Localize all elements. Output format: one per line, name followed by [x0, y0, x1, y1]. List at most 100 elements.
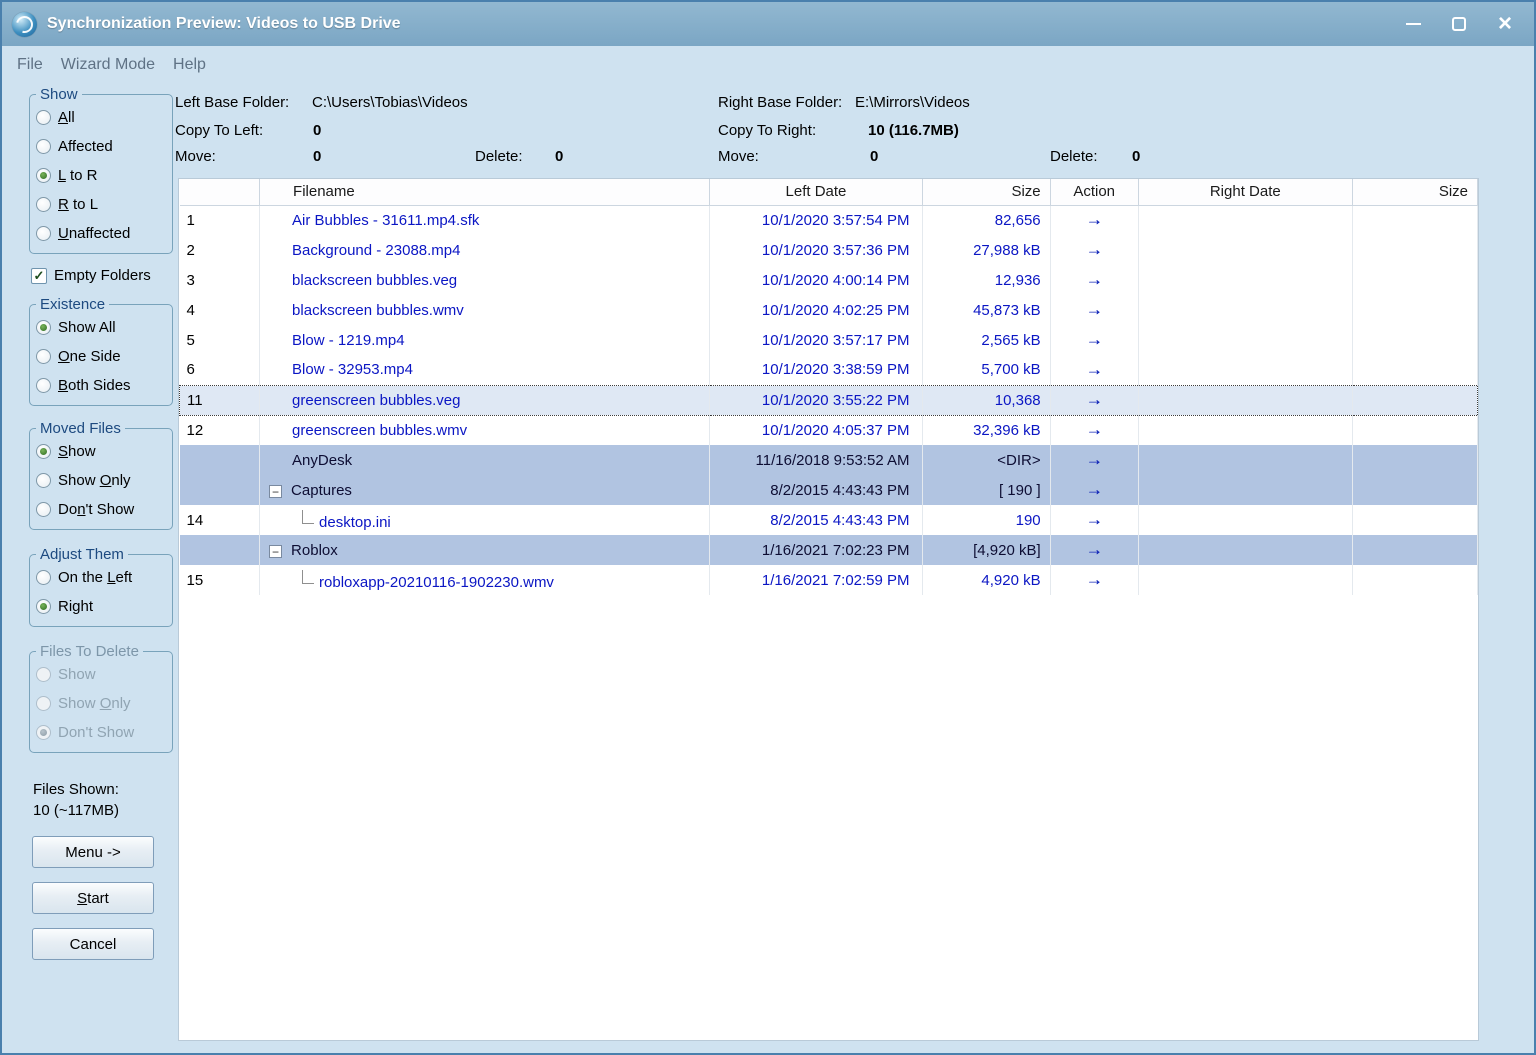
right-date-cell[interactable]	[1138, 445, 1353, 475]
row-number-cell[interactable]: 2	[179, 235, 261, 265]
radio-right[interactable]: Right	[36, 592, 166, 621]
radio-show-all[interactable]: Show All	[36, 313, 166, 342]
left-size-cell[interactable]: 4,920 kB	[922, 565, 1051, 595]
radio-button-icon[interactable]	[36, 444, 51, 459]
radio-button-icon[interactable]	[36, 378, 51, 393]
left-date-cell[interactable]: 8/2/2015 4:43:43 PM	[709, 475, 923, 505]
column-header-left-size[interactable]: Size	[922, 179, 1051, 206]
left-size-cell[interactable]: 45,873 kB	[922, 295, 1051, 325]
folder-row[interactable]: AnyDesk 11/16/2018 9:53:52 AM <DIR> →	[179, 445, 1478, 475]
start-button[interactable]: Start	[32, 882, 154, 914]
left-date-cell[interactable]: 10/1/2020 3:57:36 PM	[709, 235, 923, 265]
row-number-cell[interactable]	[179, 535, 261, 565]
row-number-cell[interactable]: 1	[179, 205, 261, 235]
filename-cell[interactable]: Background - 23088.mp4	[259, 235, 711, 265]
right-size-cell[interactable]	[1352, 205, 1478, 235]
maximize-button[interactable]	[1448, 13, 1470, 35]
file-row[interactable]: 3 blackscreen bubbles.veg 10/1/2020 4:00:1…	[179, 265, 1478, 295]
close-button[interactable]: ×	[1494, 12, 1516, 36]
radio-unaffected[interactable]: Unaffected	[36, 219, 166, 248]
row-number-cell[interactable]: 6	[179, 355, 261, 385]
radio-all[interactable]: All	[36, 103, 166, 132]
radio-button-icon[interactable]	[36, 502, 51, 517]
left-size-cell[interactable]: 2,565 kB	[922, 325, 1051, 355]
right-date-cell[interactable]	[1138, 265, 1353, 295]
left-size-cell[interactable]: [ 190 ]	[922, 475, 1051, 505]
action-cell[interactable]: →	[1050, 265, 1139, 295]
action-cell[interactable]: →	[1050, 565, 1139, 595]
left-date-cell[interactable]: 1/16/2021 7:02:59 PM	[709, 565, 923, 595]
row-number-cell[interactable]: 4	[179, 295, 261, 325]
filename-cell[interactable]: blackscreen bubbles.veg	[259, 265, 711, 295]
empty-folders-checkbox[interactable]: ✓ Empty Folders	[31, 267, 173, 284]
radio-button-icon[interactable]	[36, 197, 51, 212]
left-date-cell[interactable]: 11/16/2018 9:53:52 AM	[709, 445, 923, 475]
action-cell[interactable]: →	[1050, 235, 1139, 265]
menu-wizard-mode[interactable]: Wizard Mode	[52, 52, 164, 78]
file-row[interactable]: 6 Blow - 32953.mp4 10/1/2020 3:38:59 PM 5,7…	[179, 355, 1478, 385]
right-size-cell[interactable]	[1352, 325, 1478, 355]
right-date-cell[interactable]	[1138, 205, 1353, 235]
row-number-cell[interactable]	[179, 475, 261, 505]
filename-cell[interactable]: − Captures	[259, 475, 711, 505]
right-date-cell[interactable]	[1138, 384, 1353, 416]
left-size-cell[interactable]: 27,988 kB	[922, 235, 1051, 265]
filename-cell[interactable]: greenscreen bubbles.wmv	[259, 415, 711, 445]
left-date-cell[interactable]: 10/1/2020 4:05:37 PM	[709, 415, 923, 445]
right-size-cell[interactable]	[1352, 265, 1478, 295]
action-cell[interactable]: →	[1050, 535, 1139, 565]
menu-button[interactable]: Menu ->	[32, 836, 154, 868]
column-header-filename[interactable]: Filename	[259, 179, 711, 206]
radio-one-side[interactable]: One Side	[36, 342, 166, 371]
radio-button-icon[interactable]	[36, 473, 51, 488]
radio-button-icon[interactable]	[36, 320, 51, 335]
left-size-cell[interactable]: 190	[922, 505, 1051, 535]
left-date-cell[interactable]: 10/1/2020 4:00:14 PM	[709, 265, 923, 295]
row-number-cell[interactable]: 15	[179, 565, 261, 595]
cancel-button[interactable]: Cancel	[32, 928, 154, 960]
right-date-cell[interactable]	[1138, 325, 1353, 355]
radio-button-icon[interactable]	[36, 349, 51, 364]
right-size-cell[interactable]	[1352, 235, 1478, 265]
right-date-cell[interactable]	[1138, 355, 1353, 385]
right-date-cell[interactable]	[1138, 565, 1353, 595]
filename-cell[interactable]: robloxapp-20210116-1902230.wmv	[259, 565, 711, 595]
left-size-cell[interactable]: 5,700 kB	[922, 355, 1051, 385]
right-size-cell[interactable]	[1352, 295, 1478, 325]
file-row[interactable]: 5 Blow - 1219.mp4 10/1/2020 3:57:17 PM 2,56…	[179, 325, 1478, 355]
left-date-cell[interactable]: 10/1/2020 3:55:22 PM	[709, 384, 923, 416]
left-size-cell[interactable]: 10,368	[922, 384, 1051, 416]
column-header-row-number[interactable]	[179, 179, 261, 206]
right-size-cell[interactable]	[1352, 535, 1478, 565]
file-row[interactable]: 11 greenscreen bubbles.veg 10/1/2020 3:55:…	[179, 384, 1478, 416]
right-size-cell[interactable]	[1352, 384, 1478, 416]
right-date-cell[interactable]	[1138, 505, 1353, 535]
file-row[interactable]: 1 Air Bubbles - 31611.mp4.sfk 10/1/2020 3:…	[179, 205, 1478, 235]
file-row[interactable]: 12 greenscreen bubbles.wmv 10/1/2020 4:05:…	[179, 415, 1478, 445]
file-row[interactable]: 14 desktop.ini 8/2/2015 4:43:43 PM 190 →	[179, 505, 1478, 535]
right-date-cell[interactable]	[1138, 415, 1353, 445]
right-size-cell[interactable]	[1352, 445, 1478, 475]
radio-r-to-l[interactable]: R to L	[36, 190, 166, 219]
checkbox-icon[interactable]: ✓	[31, 267, 47, 284]
right-date-cell[interactable]	[1138, 295, 1353, 325]
row-number-cell[interactable]	[179, 445, 261, 475]
minimize-button[interactable]	[1402, 13, 1424, 35]
folder-row[interactable]: − Captures 8/2/2015 4:43:43 PM[ 190 ] →	[179, 475, 1478, 505]
right-date-cell[interactable]	[1138, 235, 1353, 265]
radio-show[interactable]: Show	[36, 437, 166, 466]
left-date-cell[interactable]: 8/2/2015 4:43:43 PM	[709, 505, 923, 535]
filename-cell[interactable]: Air Bubbles - 31611.mp4.sfk	[259, 205, 711, 235]
file-row[interactable]: 2 Background - 23088.mp4 10/1/2020 3:57:36…	[179, 235, 1478, 265]
menu-file[interactable]: File	[8, 52, 52, 78]
filename-cell[interactable]: desktop.ini	[259, 505, 711, 535]
folder-row[interactable]: − Roblox 1/16/2021 7:02:23 PM [4,920 kB] →	[179, 535, 1478, 565]
radio-affected[interactable]: Affected	[36, 132, 166, 161]
collapse-icon[interactable]: −	[269, 485, 283, 498]
radio-on-the-left[interactable]: On the Left	[36, 563, 166, 592]
radio-button-icon[interactable]	[36, 570, 51, 585]
filename-cell[interactable]: Blow - 1219.mp4	[259, 325, 711, 355]
radio-button-icon[interactable]	[36, 226, 51, 241]
radio-button-icon[interactable]	[36, 599, 51, 614]
radio-button-icon[interactable]	[36, 139, 51, 154]
